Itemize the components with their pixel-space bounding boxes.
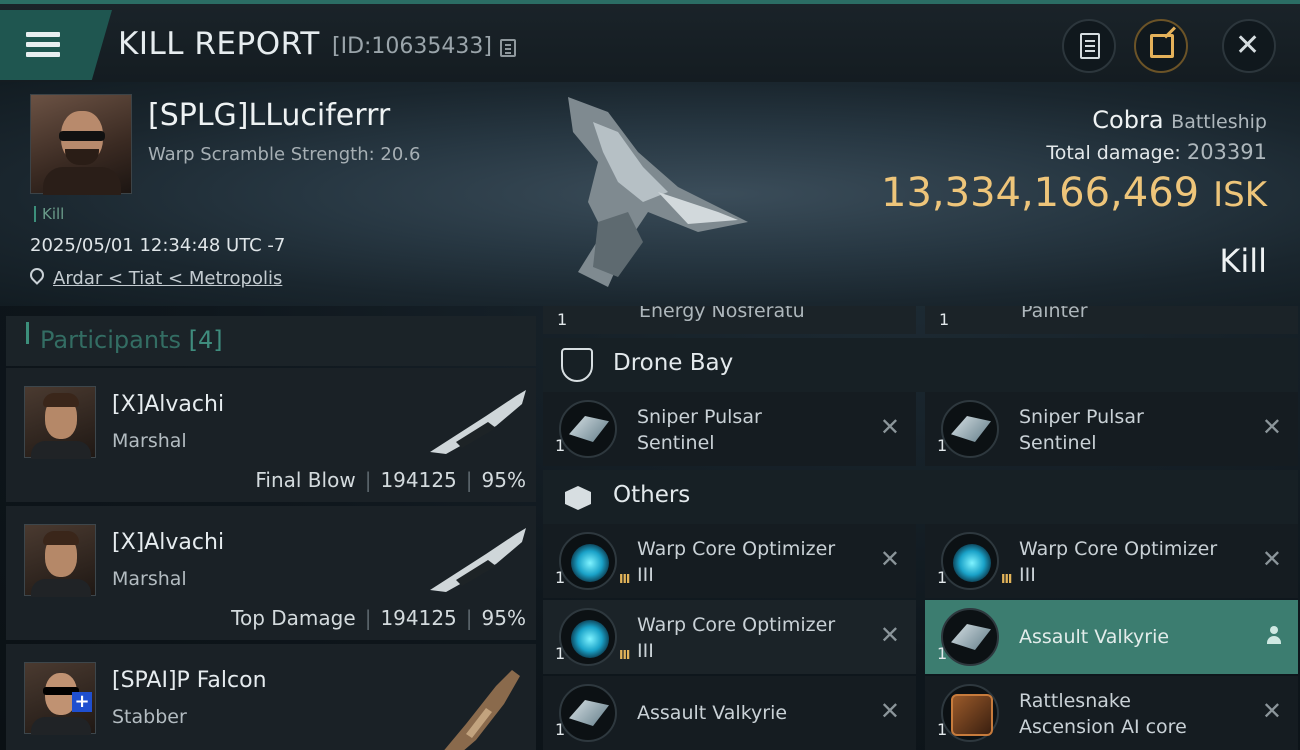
item-slot-selected[interactable]: 1 Assault Valkyrie — [925, 600, 1298, 674]
isk-value: 13,334,166,469 ISK — [881, 170, 1267, 216]
victim-ship: Cobra Battleship — [1092, 106, 1267, 134]
kill-tag: Kill — [34, 206, 64, 222]
location-link[interactable]: Ardar < Tiat < Metropolis — [53, 268, 282, 289]
participant-stats: Final Blow | 194125 | 95% — [255, 468, 526, 492]
page-title: KILL REPORT — [118, 26, 320, 62]
participants-header: Participants [4] — [6, 316, 536, 366]
participant-avatar — [24, 524, 96, 597]
clipboard-button[interactable] — [1062, 19, 1116, 73]
item-slot[interactable]: III 1 Warp Core Optimizer III ✕ — [543, 600, 916, 674]
participant-ship: Marshal — [112, 430, 187, 452]
participant-card[interactable]: [X]Alvachi Marshal Top Damage | 194125 | 95% — [6, 506, 536, 640]
ai-core-icon — [941, 684, 999, 742]
drone-slot[interactable]: 1 Sniper Pulsar Sentinel ✕ — [543, 392, 916, 466]
item-slot[interactable]: 1 Rattlesnake Ascension AI core ✕ — [925, 676, 1298, 750]
participant-ship-image — [430, 528, 526, 592]
participant-ship-image — [444, 670, 520, 750]
remove-icon[interactable]: ✕ — [880, 414, 900, 440]
sentinel-drone-icon — [559, 400, 617, 458]
participant-ship: Marshal — [112, 568, 187, 590]
remove-icon[interactable]: ✕ — [1262, 546, 1282, 572]
remove-icon[interactable]: ✕ — [880, 546, 900, 572]
close-icon: ✕ — [1235, 28, 1261, 63]
victim-name[interactable]: [SPLG]LLuciferrr — [148, 98, 390, 133]
hamburger-icon — [26, 32, 60, 58]
remove-icon[interactable]: ✕ — [1262, 414, 1282, 440]
participant-stats: Top Damage | 194125 | 95% — [231, 606, 526, 630]
drone-bay-icon — [561, 348, 595, 382]
participant-name: [SPAI]P Falcon — [112, 668, 267, 693]
item-slot[interactable]: 1 Assault Valkyrie ✕ — [543, 676, 916, 750]
warp-scramble-strength: Warp Scramble Strength: 20.6 — [148, 144, 421, 165]
fighter-icon — [941, 608, 999, 666]
item-slot[interactable]: III 1 Warp Core Optimizer III ✕ — [543, 524, 916, 598]
sentinel-drone-icon — [941, 400, 999, 458]
isk-unit: ISK — [1213, 175, 1267, 215]
kill-datetime: 2025/05/01 12:34:48 UTC -7 — [30, 235, 286, 256]
total-damage: Total damage: 203391 — [1046, 140, 1267, 164]
participants-title: Participants [4] — [40, 326, 223, 354]
total-damage-value: 203391 — [1186, 140, 1267, 164]
drone-bay-header: Drone Bay — [543, 338, 1298, 392]
isk-amount: 13,334,166,469 — [881, 170, 1200, 216]
item-slot[interactable]: III 1 Warp Core Optimizer III ✕ — [925, 524, 1298, 598]
ship-name: Cobra — [1092, 106, 1164, 134]
report-id: [ID:10635433] — [332, 34, 492, 59]
copy-icon[interactable] — [500, 39, 516, 57]
remove-icon[interactable]: ✕ — [1262, 698, 1282, 724]
share-icon — [1150, 34, 1174, 58]
ship-class: Battleship — [1171, 111, 1267, 133]
plus-badge-icon: + — [72, 692, 92, 712]
close-button[interactable]: ✕ — [1222, 19, 1276, 73]
fighter-icon — [559, 684, 617, 742]
participant-card[interactable]: + [SPAI]P Falcon Stabber — [6, 644, 536, 750]
menu-button[interactable] — [0, 10, 112, 80]
participant-ship: Stabber — [112, 706, 187, 728]
participant-name: [X]Alvachi — [112, 392, 225, 417]
top-bar: KILL REPORT [ID:10635433] ✕ — [0, 0, 1300, 82]
cube-icon — [561, 480, 595, 514]
warp-core-icon: III — [559, 608, 630, 666]
partial-module-row: 1 Energy Nosferatu 1 Painter — [543, 306, 1298, 334]
drone-slot[interactable]: 1 Sniper Pulsar Sentinel ✕ — [925, 392, 1298, 466]
warp-core-icon: III — [559, 532, 630, 590]
others-header: Others — [543, 470, 1298, 524]
share-button[interactable] — [1134, 19, 1188, 73]
remove-icon[interactable]: ✕ — [880, 698, 900, 724]
participant-card[interactable]: [X]Alvachi Marshal Final Blow | 194125 | 95% — [6, 368, 536, 502]
warp-core-icon: III — [941, 532, 1012, 590]
kill-report-screen: KILL REPORT [ID:10635433] ✕ [SPLG]LLucif… — [0, 0, 1300, 750]
result-label: Kill — [1219, 242, 1267, 280]
participant-name: [X]Alvachi — [112, 530, 225, 555]
remove-icon[interactable]: ✕ — [880, 622, 900, 648]
victim-portrait[interactable] — [30, 94, 132, 195]
person-icon[interactable] — [1266, 626, 1282, 644]
others-title: Others — [613, 482, 691, 508]
victim-ship-image — [568, 97, 748, 287]
participant-ship-image — [430, 390, 526, 454]
kill-banner: [SPLG]LLuciferrr Warp Scramble Strength:… — [0, 82, 1300, 306]
total-damage-label: Total damage: — [1046, 142, 1181, 164]
clipboard-icon — [1080, 33, 1100, 59]
drone-bay-title: Drone Bay — [613, 350, 734, 376]
module-slot[interactable]: 1 Painter — [925, 306, 1298, 334]
module-slot[interactable]: 1 Energy Nosferatu — [543, 306, 916, 334]
participant-avatar — [24, 386, 96, 459]
location-pin-icon — [27, 265, 47, 285]
